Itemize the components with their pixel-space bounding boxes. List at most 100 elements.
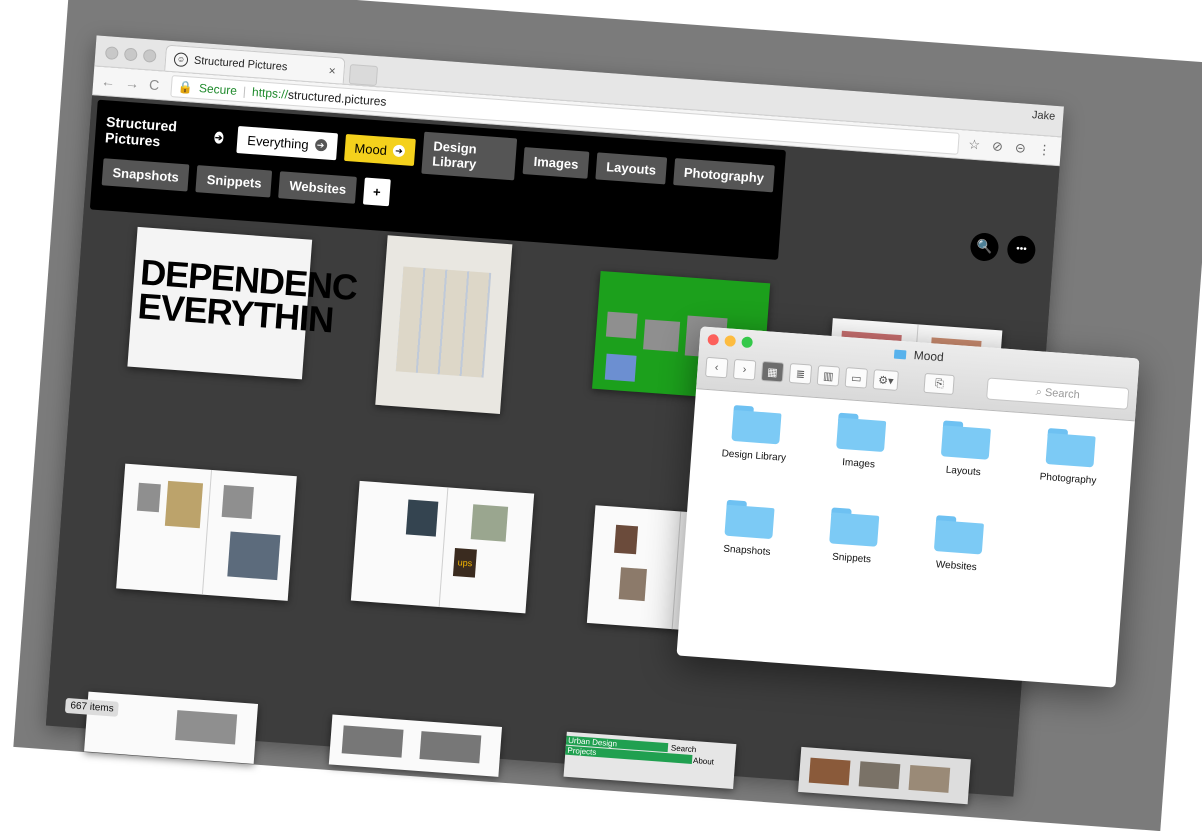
arrow-right-icon: ➔ (213, 131, 224, 144)
folder-item[interactable]: Snippets (796, 499, 908, 601)
folder-icon (1045, 428, 1096, 467)
search-placeholder: Search (1044, 386, 1081, 402)
folder-icon (894, 349, 907, 360)
folder-label: Websites (935, 559, 978, 574)
folder-label: Photography (1039, 471, 1097, 487)
secure-label: Secure (198, 81, 238, 98)
photo-thumbnail (164, 480, 204, 529)
image-card[interactable] (375, 235, 513, 414)
forward-button[interactable]: › (732, 358, 757, 381)
back-button[interactable]: ‹ (704, 356, 729, 379)
brand[interactable]: Structured Pictures ➔ (105, 113, 225, 154)
poster-text: EVERYTHIN (136, 285, 335, 341)
item-count-badge: 667 items (64, 697, 120, 717)
brand-label: Structured Pictures (104, 113, 178, 150)
extension-circle-icon[interactable]: ⊝ (1014, 140, 1026, 157)
tag-snippets[interactable]: Snippets (195, 165, 273, 198)
finder-search-input[interactable]: ⌕ Search (986, 377, 1130, 410)
image-card[interactable]: ups (350, 480, 535, 614)
folder-item[interactable]: Websites (901, 507, 1013, 609)
photo-thumbnail (604, 353, 637, 382)
image-card[interactable] (116, 463, 297, 601)
folder-label: Snapshots (722, 543, 771, 559)
photo-thumbnail (643, 319, 681, 352)
photo-thumbnail (136, 482, 161, 513)
tag-mood[interactable]: Mood ➔ (343, 133, 416, 166)
folder-item[interactable]: Images (803, 405, 915, 507)
new-tab-button[interactable] (348, 64, 379, 87)
photo-thumbnail (808, 757, 851, 786)
more-options-button[interactable]: ••• (1006, 234, 1037, 265)
tag-label: Everything (246, 132, 310, 152)
tab-title: Structured Pictures (193, 54, 288, 73)
bookmark-star-icon[interactable]: ☆ (968, 137, 981, 154)
tag-photography[interactable]: Photography (673, 157, 775, 192)
share-icon[interactable]: ⎘ (923, 372, 956, 396)
search-button[interactable]: 🔍 (969, 232, 1000, 262)
extension-icon[interactable]: ⊘ (991, 138, 1004, 155)
book-spine (438, 487, 448, 608)
toolbar-icons: ☆ ⊘ ⊝ ⋮ (968, 137, 1051, 159)
folder-item[interactable]: Design Library (699, 397, 811, 499)
folder-icon (940, 420, 991, 459)
photo-thumbnail (221, 484, 254, 520)
arrow-right-icon: ➔ (314, 138, 328, 152)
list-view-button[interactable]: ≣ (788, 362, 813, 385)
tag-layouts[interactable]: Layouts (595, 151, 668, 184)
folder-icon (829, 507, 880, 546)
tag-images[interactable]: Images (522, 146, 590, 179)
tag-label: Mood (353, 140, 388, 158)
arrow-right-icon: ➔ (392, 144, 406, 158)
photo-thumbnail (175, 710, 238, 745)
photo-thumbnail (858, 761, 901, 790)
tag-websites[interactable]: Websites (278, 171, 358, 204)
menu-kebab-icon[interactable]: ⋮ (1037, 142, 1051, 159)
image-card[interactable]: DEPENDENC EVERYTHIN (127, 226, 358, 380)
add-tag-button[interactable]: + (363, 177, 391, 207)
photo-thumbnail (605, 311, 638, 339)
url-protocol: https:// (251, 84, 289, 102)
folder-label: Snippets (831, 551, 872, 566)
tab-close-icon[interactable]: × (328, 63, 336, 77)
back-arrow-icon[interactable]: ← (101, 73, 116, 90)
folder-label: Images (841, 457, 876, 471)
url-separator: | (242, 84, 247, 99)
folder-icon (731, 405, 782, 444)
tag-everything[interactable]: Everything ➔ (236, 125, 338, 160)
window-controls (104, 46, 157, 63)
gallery-view-button[interactable]: ▭ (844, 367, 869, 389)
smiley-favicon-icon: ☺ (173, 51, 189, 67)
photo-thumbnail (419, 731, 482, 764)
lock-icon: 🔒 (177, 79, 194, 95)
photo-thumbnail (405, 499, 439, 537)
folder-item[interactable]: Layouts (908, 412, 1020, 514)
close-window-button[interactable] (104, 46, 119, 61)
plaid-fabric-image (395, 266, 492, 378)
finder-title-text: Mood (913, 348, 945, 365)
folder-label: Layouts (945, 464, 982, 479)
tag-design-library[interactable]: Design Library (421, 131, 518, 181)
folder-icon (836, 413, 887, 452)
nav-controls: ← → C (101, 73, 160, 93)
reload-icon[interactable]: C (149, 76, 160, 93)
photo-thumbnail (227, 531, 281, 581)
book-spine (201, 469, 213, 595)
icon-view-button[interactable]: ▦ (760, 360, 785, 383)
tag-snapshots[interactable]: Snapshots (101, 158, 190, 192)
photo-thumbnail (618, 567, 647, 602)
folder-icon (724, 500, 775, 539)
forward-arrow-icon[interactable]: → (125, 75, 140, 92)
gear-icon[interactable]: ⚙▾ (872, 369, 900, 391)
photo-thumbnail (908, 764, 951, 793)
folder-item[interactable]: Photography (1013, 420, 1125, 522)
green-nav-text: About (692, 756, 715, 767)
green-nav-text: Search (670, 743, 697, 755)
folder-label: Design Library (721, 448, 787, 464)
photo-thumbnail (614, 524, 639, 555)
column-view-button[interactable]: ▥ (816, 365, 841, 387)
profile-name[interactable]: Jake (1032, 109, 1056, 123)
folder-item[interactable]: Snapshots (692, 492, 804, 594)
zoom-window-button[interactable] (142, 48, 157, 63)
url-host: structured.pictures (287, 87, 387, 109)
minimize-window-button[interactable] (123, 47, 138, 62)
